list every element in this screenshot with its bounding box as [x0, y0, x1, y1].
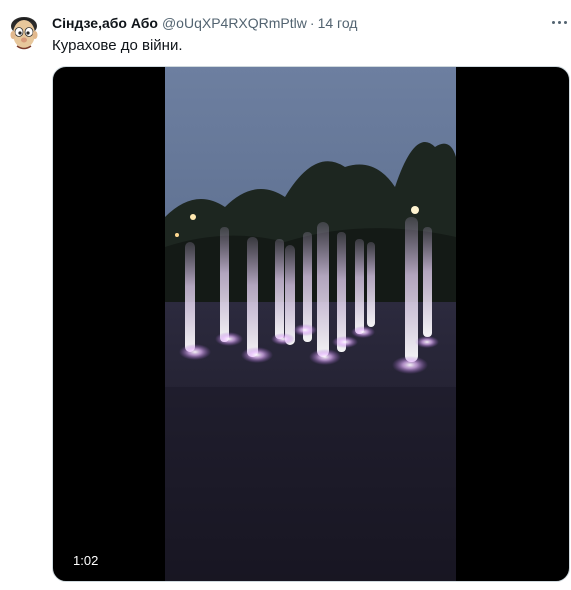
video-duration: 1:02	[67, 552, 105, 569]
separator: ·	[309, 15, 315, 31]
author-name[interactable]: Сіндзе,або Або	[52, 15, 158, 31]
avatar[interactable]	[8, 10, 40, 54]
timestamp[interactable]: 14 год	[318, 15, 358, 31]
more-options-icon[interactable]	[548, 12, 570, 32]
tweet-text: Курахове до війни.	[52, 37, 183, 54]
cartoon-face-avatar-icon	[10, 17, 38, 50]
author-handle[interactable]: @oUqXP4RXQRmPtlw	[162, 15, 307, 31]
video-player[interactable]: 1:02	[52, 66, 570, 582]
video-thumbnail	[165, 67, 456, 581]
tweet-header: Сіндзе,або Або @oUqXP4RXQRmPtlw · 14 год	[52, 14, 531, 32]
